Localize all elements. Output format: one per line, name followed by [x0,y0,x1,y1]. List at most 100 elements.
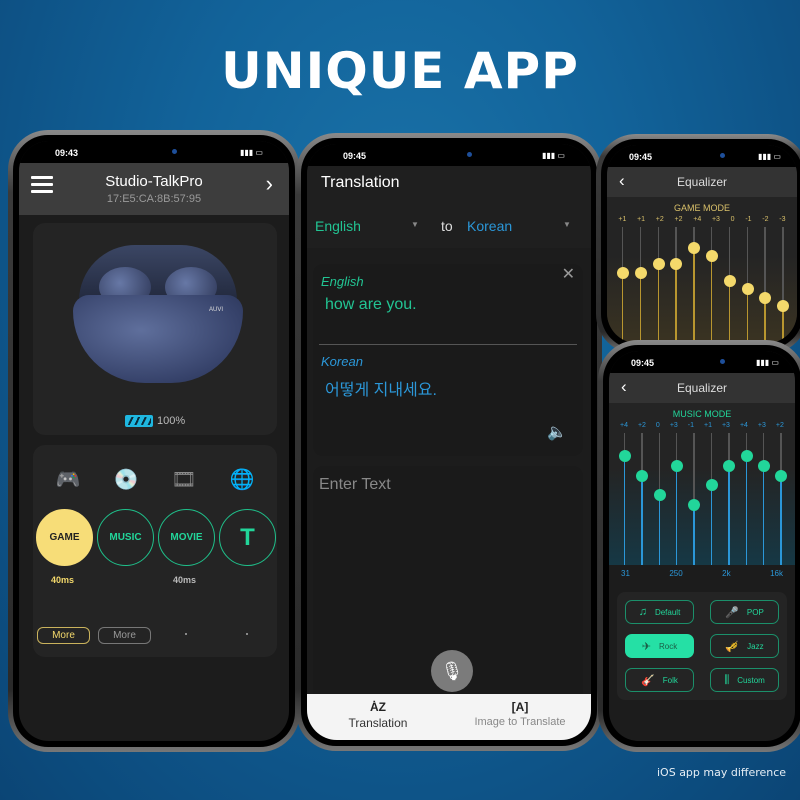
preset-custom-icon: ⫼ [724,673,730,686]
eq-band-slider[interactable] [759,227,772,343]
preset-pop-button[interactable]: 🎤 POP [710,600,779,624]
eq-band-knob[interactable] [688,498,701,511]
eq-band-knob[interactable] [616,266,629,279]
preset-rock-button[interactable]: ✈ Rock [625,634,694,658]
speaker-icon[interactable]: 🔈 [547,422,567,442]
eq-band-knob[interactable] [652,258,665,271]
caret-down-icon[interactable]: ▼ [563,220,571,229]
game-controller-icon[interactable]: 🎮 [48,467,88,492]
eq-band-knob[interactable] [741,283,754,296]
preset-folk-button[interactable]: 🎸 Folk [625,668,694,692]
eq-band-value: -1 [687,422,695,429]
eq-band-value: +2 [775,422,784,429]
status-time: 09:45 [629,152,653,162]
battery-percent: 100% [157,415,186,427]
more-button-game[interactable]: More [37,627,90,644]
movie-film-icon[interactable]: 🎞 [164,467,204,492]
back-chevron-icon[interactable]: ‹ [621,377,627,397]
preset-jazz-button[interactable]: 🎺 Jazz [710,634,779,658]
eq-band-slider[interactable] [688,433,701,565]
chevron-right-icon[interactable]: › [266,171,273,197]
eq-band-knob[interactable] [723,275,736,287]
status-time: 09:45 [343,151,367,161]
eq-band-value: -2 [762,216,769,223]
eq-band-knob[interactable] [688,241,701,254]
earbuds-card: AUVI 100% [33,223,277,435]
music-disc-icon[interactable]: 💿 [106,467,146,492]
eq-band-slider[interactable] [705,433,718,565]
eq-title: Equalizer [676,381,728,395]
eq-band-knob[interactable] [636,469,649,482]
eq-band-slider[interactable] [670,433,683,565]
eq-band-slider[interactable] [741,227,754,343]
eq-band-slider[interactable] [705,227,718,343]
eq-band-knob[interactable] [775,469,788,482]
modes-card: 🎮 💿 🎞 🌐 GAME MUSIC MOVIE T 40ms 40ms Mor… [33,445,277,657]
status-bar: 09:45 ▮▮▮ ▭ [307,144,591,166]
translate-globe-icon[interactable]: 🌐 [222,467,262,492]
more-button-music[interactable]: More [98,627,151,644]
eq-band-slider[interactable] [653,433,666,565]
eq-band-knob[interactable] [634,266,647,279]
eq-band-value: +4 [693,216,702,223]
eq-frequency-label: 16k [770,569,783,578]
close-icon[interactable]: ✕ [562,264,575,284]
eq-band-knob[interactable] [670,258,683,271]
text-input-area[interactable]: Enter Text 🎙 [313,466,583,706]
tab-image-to-translate[interactable]: [A] Image to Translate [449,694,591,740]
eq-band-knob[interactable] [653,489,666,501]
eq-band-knob[interactable] [757,460,770,472]
eq-band-slider[interactable] [740,433,753,565]
eq-band-slider[interactable] [616,227,629,343]
eq-band-knob[interactable] [670,460,683,472]
preset-custom-button[interactable]: ⫼ Custom [710,668,779,692]
preset-pop-icon: 🎤 [725,606,739,619]
eq-band-knob[interactable] [759,291,772,304]
eq-band-slider[interactable] [688,227,701,343]
signal-battery-icon: ▮▮▮ ▭ [758,152,781,161]
caret-down-icon[interactable]: ▼ [411,220,419,229]
target-language-select[interactable]: Korean [467,218,512,234]
movie-latency: 40ms [173,575,197,585]
eq-band-value: +4 [739,422,748,429]
eq-band-value: +2 [655,216,664,223]
eq-band-slider[interactable] [636,433,649,565]
eq-sliders [613,223,791,343]
eq-band-value: +1 [618,216,627,223]
eq-band-slider[interactable] [757,433,770,565]
source-label: English [321,274,364,289]
eq-band-slider[interactable] [634,227,647,343]
eq-band-knob[interactable] [705,250,718,262]
mode-movie-button[interactable]: MOVIE [158,509,215,566]
preset-default-button[interactable]: ♫ Default [625,600,694,624]
eq-band-knob[interactable] [705,479,718,492]
back-chevron-icon[interactable]: ‹ [619,171,625,191]
eq-band-slider[interactable] [723,227,736,343]
eq-band-slider[interactable] [777,227,790,343]
microphone-button[interactable]: 🎙 [431,650,473,692]
eq-band-knob[interactable] [777,300,790,312]
eq-band-slider[interactable] [670,227,683,343]
tab-translation[interactable]: ȦZ Translation [307,694,449,740]
eq-band-slider[interactable] [775,433,788,565]
mode-music-button[interactable]: MUSIC [97,509,154,566]
translation-result: ✕ English how are you. Korean 어떻게 지내세요. … [313,264,583,456]
battery-status: 100% [125,415,185,427]
eq-presets: ♫ Default 🎤 POP ✈ Rock 🎺 Jazz 🎸 Folk ⫼ Custom [617,592,787,700]
mode-translate-button[interactable]: T [219,509,276,566]
mode-game-button[interactable]: GAME [36,509,93,566]
status-time: 09:43 [55,148,79,158]
eq-band-knob[interactable] [740,450,753,463]
source-language-select[interactable]: English [315,218,361,234]
eq-band-fill [657,268,659,343]
eq-band-slider[interactable] [652,227,665,343]
preset-label: Default [654,607,681,617]
eq-band-value: +3 [669,422,678,429]
eq-band-knob[interactable] [723,460,736,472]
eq-band-value: +2 [674,216,683,223]
eq-band-knob[interactable] [618,450,631,463]
eq-band-fill [693,251,695,343]
eq-band-slider[interactable] [723,433,736,565]
phone-eq-music-screen: 09:45 ▮▮▮ ▭ ‹ Equalizer MUSIC MODE +4 +2 0… [598,340,800,752]
eq-band-slider[interactable] [618,433,631,565]
